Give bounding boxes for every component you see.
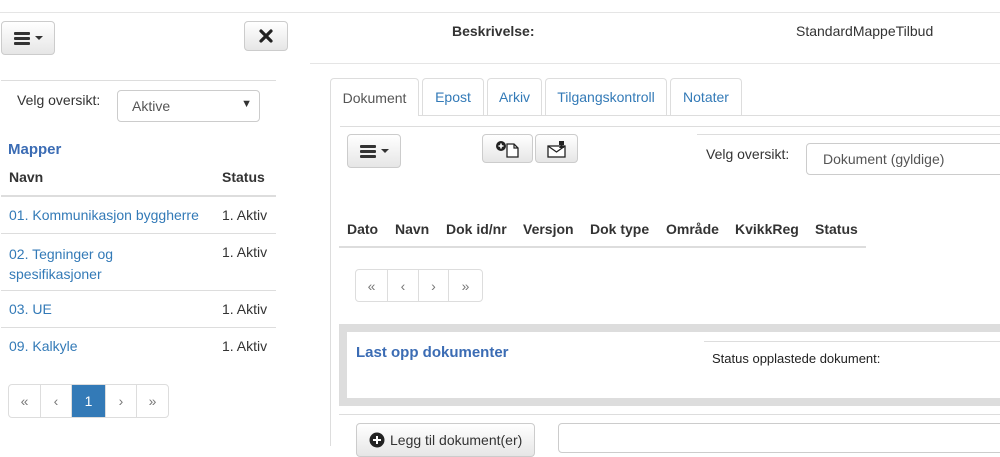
beskrivelse-value: StandardMappeTilbud	[796, 23, 934, 39]
close-button[interactable]	[244, 21, 288, 51]
col-navn-doc: Navn	[395, 221, 430, 237]
col-dato: Dato	[347, 221, 379, 237]
pager-first[interactable]: «	[9, 385, 41, 417]
col-dok-type: Dok type	[590, 221, 650, 237]
folder-link[interactable]: 02. Tegninger og spesifikasjoner	[9, 244, 199, 284]
folder-link[interactable]: 09. Kalkyle	[9, 338, 77, 354]
col-kvikkreg: KvikkReg	[735, 221, 799, 237]
document-menu-button[interactable]	[347, 134, 401, 168]
pager-next[interactable]: ›	[106, 385, 137, 417]
new-document-icon	[495, 140, 519, 158]
hamburger-icon	[359, 143, 376, 160]
col-versjon: Versjon	[523, 221, 574, 237]
pager-last[interactable]: »	[449, 270, 482, 301]
pager-prev[interactable]: ‹	[388, 270, 419, 301]
mapper-title: Mapper	[8, 141, 62, 158]
col-navn: Navn	[9, 169, 44, 185]
pager-first[interactable]: «	[356, 270, 388, 301]
folder-status: 1. Aktiv	[222, 207, 268, 223]
col-dok-id: Dok id/nr	[446, 221, 507, 237]
sidebar-menu-button[interactable]	[1, 21, 55, 55]
tab-notater[interactable]: Notater	[670, 78, 742, 115]
caret-down-icon	[380, 149, 389, 153]
select-arrow-icon: ▼	[241, 98, 252, 110]
tab-epost[interactable]: Epost	[422, 78, 484, 115]
caret-down-icon	[34, 36, 43, 40]
pager-page-1[interactable]: 1	[72, 385, 106, 417]
main-velg-label: Velg oversikt:	[706, 146, 790, 162]
tab-tilgangskontroll[interactable]: Tilgangskontroll	[545, 78, 667, 115]
folder-link[interactable]: 01. Kommunikasjon byggherre	[9, 207, 199, 223]
col-status: Status	[222, 169, 265, 185]
left-pagination: « ‹ 1 › »	[8, 384, 169, 418]
envelope-upload-icon	[546, 140, 566, 158]
add-documents-button[interactable]: Legg til dokument(er)	[356, 423, 535, 457]
new-document-button[interactable]	[482, 134, 533, 163]
col-omrade: Område	[666, 221, 719, 237]
folder-status: 1. Aktiv	[222, 301, 268, 317]
left-velg-selected: Aktive	[132, 98, 171, 114]
upload-title: Last opp dokumenter	[356, 344, 509, 361]
tab-arkiv[interactable]: Arkiv	[487, 78, 542, 115]
pager-last[interactable]: »	[137, 385, 168, 417]
folder-status: 1. Aktiv	[222, 244, 268, 260]
upload-file-input[interactable]	[558, 423, 1000, 453]
email-document-button[interactable]	[535, 134, 578, 163]
tab-dokument[interactable]: Dokument	[330, 78, 419, 116]
main-velg-select[interactable]: Dokument (gyldige)	[806, 143, 1000, 175]
left-velg-select[interactable]: Aktive ▼	[117, 90, 260, 122]
col-status-doc: Status	[815, 221, 858, 237]
folder-status: 1. Aktiv	[222, 338, 268, 354]
upload-status-label: Status opplastede dokument:	[712, 351, 881, 366]
document-pagination: « ‹ › »	[355, 269, 483, 302]
pager-prev[interactable]: ‹	[41, 385, 72, 417]
hamburger-icon	[13, 30, 30, 47]
close-icon	[259, 29, 273, 43]
main-velg-selected: Dokument (gyldige)	[823, 151, 945, 167]
left-velg-label: Velg oversikt:	[17, 92, 101, 108]
pager-next[interactable]: ›	[419, 270, 449, 301]
folder-link[interactable]: 03. UE	[9, 301, 52, 317]
beskrivelse-label: Beskrivelse:	[452, 23, 535, 39]
